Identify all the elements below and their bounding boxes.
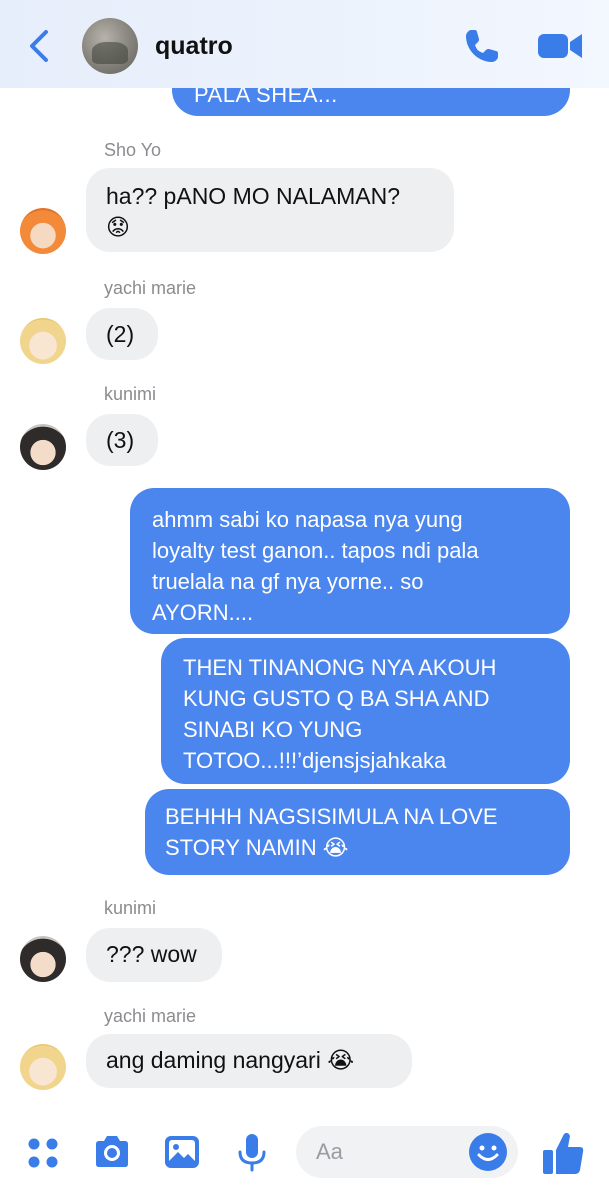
crying-face-emoji: 😭 bbox=[327, 1048, 355, 1074]
chat-header: quatro bbox=[0, 0, 609, 88]
sender-name: Sho Yo bbox=[104, 140, 162, 160]
sender-name: yachi marie bbox=[104, 278, 197, 298]
message-line: truelala na gf nya yorne.. so bbox=[152, 569, 424, 594]
apps-button[interactable] bbox=[22, 1130, 66, 1174]
message-line: BEHHH NAGSISIMULA NA LOVE bbox=[165, 804, 498, 829]
incoming-message[interactable]: ??? wow bbox=[86, 928, 222, 982]
sender-name: kunimi bbox=[104, 384, 157, 404]
avatar-sho-yo[interactable] bbox=[20, 208, 66, 254]
crying-face-emoji: 😭 bbox=[322, 836, 349, 861]
message-input[interactable] bbox=[316, 1138, 466, 1166]
worried-face-emoji: 😟 bbox=[106, 215, 130, 241]
sender-name: kunimi bbox=[104, 898, 157, 918]
message-text: (3) bbox=[106, 427, 135, 453]
video-camera-icon bbox=[538, 34, 582, 58]
camera-icon bbox=[96, 1136, 128, 1167]
composer-bar bbox=[0, 1108, 609, 1200]
photo-button[interactable] bbox=[160, 1130, 204, 1174]
like-button[interactable] bbox=[540, 1128, 586, 1178]
message-text: ha?? pANO MO NALAMAN? bbox=[106, 183, 401, 209]
incoming-message[interactable]: ang daming nangyari 😭 bbox=[86, 1034, 412, 1088]
call-button[interactable] bbox=[462, 26, 502, 66]
message-line: loyalty test ganon.. tapos ndi pala bbox=[152, 538, 479, 563]
emoji-icon bbox=[469, 1133, 507, 1171]
phone-icon bbox=[466, 30, 498, 62]
avatar-kunimi[interactable] bbox=[20, 424, 66, 470]
message-line: KUNG GUSTO Q BA SHA AND bbox=[183, 686, 490, 711]
contact-name[interactable]: quatro bbox=[155, 32, 233, 61]
sender-name: yachi marie bbox=[104, 1006, 197, 1026]
message-text: ang daming nangyari bbox=[106, 1047, 321, 1073]
message-line: THEN TINANONG NYA AKOUH bbox=[183, 655, 497, 680]
apps-icon bbox=[28, 1138, 58, 1168]
outgoing-message[interactable]: ahmm sabi ko napasa nya yung loyalty tes… bbox=[130, 488, 570, 634]
outgoing-message[interactable]: THEN TINANONG NYA AKOUH KUNG GUSTO Q BA … bbox=[161, 638, 570, 784]
message-text: (2) bbox=[106, 321, 135, 347]
contact-avatar[interactable] bbox=[82, 18, 138, 74]
incoming-message[interactable]: (2) bbox=[86, 308, 158, 360]
microphone-icon bbox=[238, 1134, 266, 1172]
photo-icon bbox=[165, 1136, 199, 1168]
incoming-message[interactable]: (3) bbox=[86, 414, 158, 466]
video-call-button[interactable] bbox=[536, 28, 584, 64]
avatar-kunimi[interactable] bbox=[20, 936, 66, 982]
emoji-button[interactable] bbox=[467, 1131, 509, 1173]
message-line: STORY NAMIN bbox=[165, 835, 317, 860]
avatar-yachi-marie[interactable] bbox=[20, 1044, 66, 1090]
chevron-left-icon bbox=[30, 30, 48, 62]
incoming-message[interactable]: ha?? pANO MO NALAMAN? 😟 bbox=[86, 168, 454, 252]
message-line: ahmm sabi ko napasa nya yung bbox=[152, 507, 463, 532]
back-button[interactable] bbox=[22, 26, 58, 66]
thumbs-up-icon bbox=[543, 1132, 584, 1174]
message-text: ??? wow bbox=[106, 941, 197, 967]
message-line: TOTOO...!!!’djensjsjahkaka bbox=[183, 748, 447, 773]
microphone-button[interactable] bbox=[230, 1130, 274, 1174]
camera-button[interactable] bbox=[90, 1130, 134, 1174]
message-line: SINABI KO YUNG bbox=[183, 717, 363, 742]
avatar-yachi-marie[interactable] bbox=[20, 318, 66, 364]
outgoing-message[interactable]: BEHHH NAGSISIMULA NA LOVE STORY NAMIN 😭 bbox=[145, 789, 570, 875]
message-line: AYORN.... bbox=[152, 600, 254, 625]
